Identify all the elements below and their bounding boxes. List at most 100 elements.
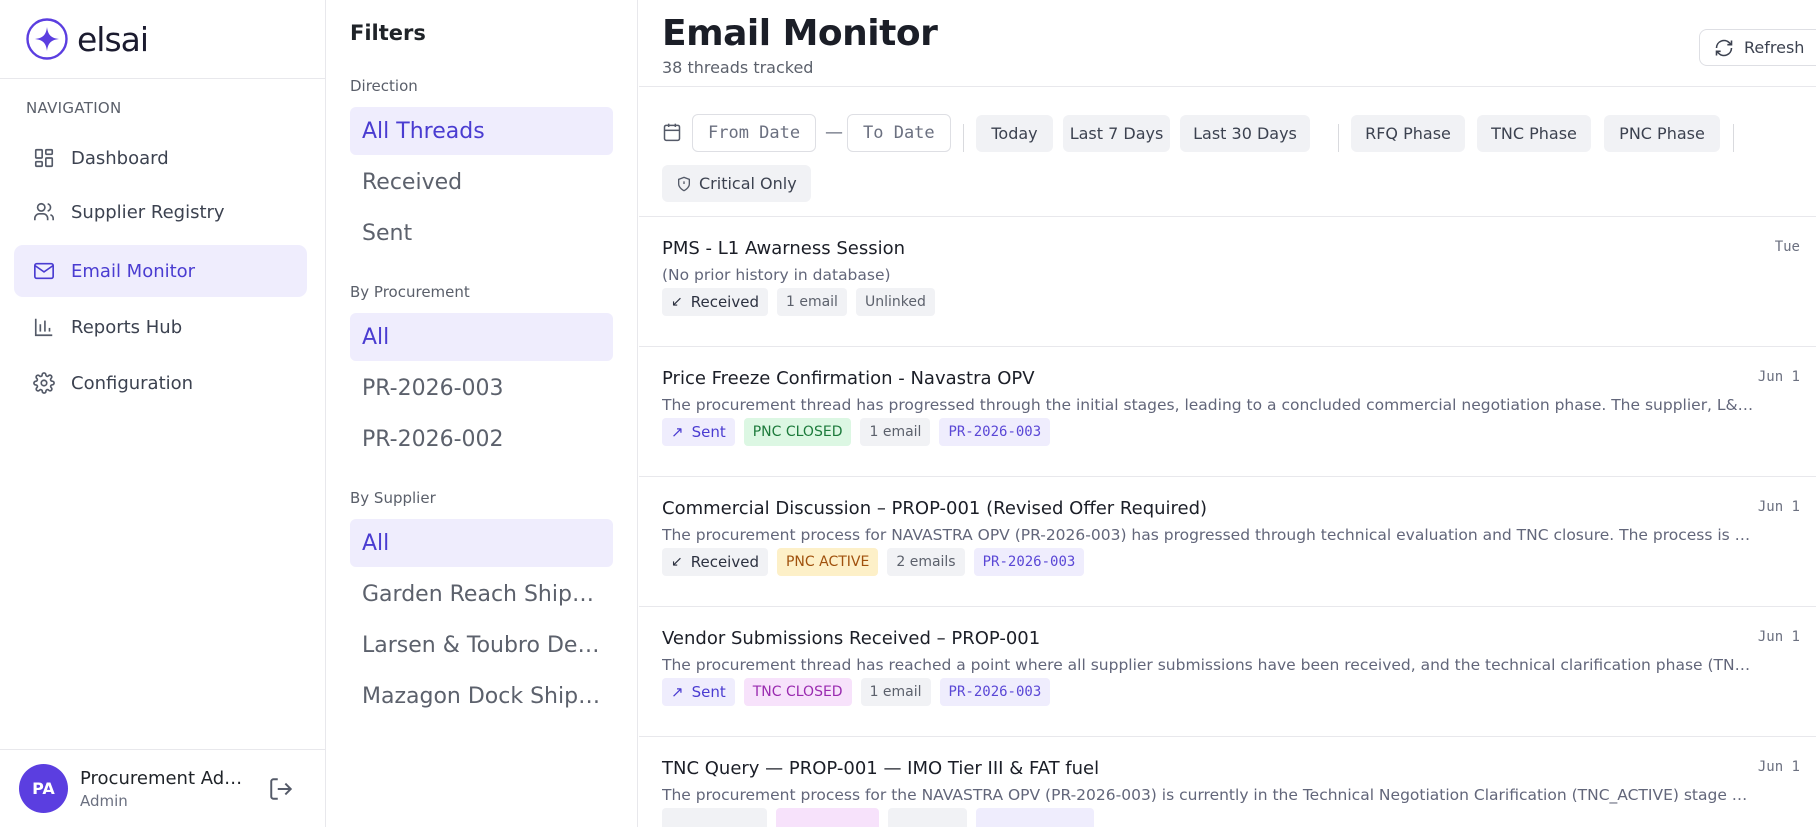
nav-item-reports-hub[interactable]: Reports Hub [14,301,307,353]
sidebar: elsai NAVIGATION Dashboard Supplier Regi… [0,0,326,827]
brand[interactable]: elsai [0,0,325,79]
today-chip[interactable]: Today [976,115,1053,152]
email-count-badge: 1 email [860,678,931,706]
last-30-days-chip[interactable]: Last 30 Days [1180,115,1310,152]
filters-panel: Filters Direction All Threads Received S… [327,0,638,827]
nav-item-label: Reports Hub [71,316,183,338]
user-name: Procurement Admin [80,767,245,789]
thread-date: Jun 1 [1757,629,1800,645]
pnc-phase-chip[interactable]: PNC Phase [1604,115,1720,152]
procurement-badge [976,808,1094,827]
mail-icon [32,259,56,283]
filters-title: Filters [350,21,426,45]
filter-supplier-all[interactable]: All [350,519,613,567]
thread-row[interactable]: Vendor Submissions Received – PROP-001 J… [639,607,1816,737]
filter-label: All [362,324,390,350]
thread-summary: The procurement process for the NAVASTRA… [662,786,1757,804]
nav-item-supplier-registry[interactable]: Supplier Registry [14,186,307,238]
status-badge: PNC ACTIVE [776,548,879,576]
thread-date: Jun 1 [1757,499,1800,515]
direction-label: Sent [691,683,726,701]
direction-badge: ↗ Sent [662,418,735,446]
filter-section-supplier: By Supplier [350,489,436,507]
filter-section-procurement: By Procurement [350,283,470,301]
thread-row[interactable]: TNC Query — PROP-001 — IMO Tier III & FA… [639,737,1816,827]
procurement-badge[interactable]: PR-2026-003 [939,418,1051,446]
divider [1338,124,1339,152]
thread-row[interactable]: PMS - L1 Awarness Session Tue (No prior … [639,217,1816,347]
thread-date: Jun 1 [1757,369,1800,385]
arrow-down-left-icon: ↙ [671,294,683,310]
filter-direction-sent[interactable]: Sent [350,209,613,257]
filter-section-direction: Direction [350,77,418,95]
to-date-input[interactable]: To Date [847,114,951,152]
filter-label: Garden Reach Shipbuilders [362,581,602,607]
thread-row[interactable]: Price Freeze Confirmation - Navastra OPV… [639,347,1816,477]
filter-label: Received [362,169,463,195]
direction-badge: ↙ Received [662,548,768,576]
email-count-badge: 1 email [776,288,847,316]
critical-only-chip[interactable]: Critical Only [662,165,811,202]
thread-date: Jun 1 [1757,759,1800,775]
rfq-phase-chip[interactable]: RFQ Phase [1351,115,1465,152]
thread-tags [662,808,1094,827]
direction-label: Received [690,553,759,571]
filter-direction-received[interactable]: Received [350,158,613,206]
status-badge: PNC CLOSED [743,418,852,446]
divider [1733,124,1734,152]
thread-tags: ↙ Received 1 email Unlinked [662,288,935,316]
bar-chart-icon [32,315,56,339]
critical-only-label: Critical Only [699,174,797,193]
from-date-input[interactable]: From Date [692,114,816,152]
nav-item-label: Email Monitor [71,260,196,282]
thread-summary: The procurement thread has reached a poi… [662,656,1757,674]
avatar[interactable]: PA [19,764,68,813]
filter-label: All Threads [362,118,485,144]
procurement-badge[interactable]: PR-2026-003 [939,678,1051,706]
thread-row[interactable]: Commercial Discussion – PROP-001 (Revise… [639,477,1816,607]
shield-icon [678,176,690,191]
page-title: Email Monitor [662,13,938,54]
date-range-separator: — [825,122,843,143]
direction-label: Sent [691,423,726,441]
arrow-up-right-icon: ↗ [671,683,684,701]
tnc-phase-chip[interactable]: TNC Phase [1477,115,1591,152]
nav-item-label: Dashboard [71,147,169,169]
filter-label: Sent [362,220,413,246]
nav-item-label: Configuration [71,372,194,394]
refresh-button[interactable]: Refresh [1699,29,1816,66]
thread-title: Commercial Discussion – PROP-001 (Revise… [662,498,1208,519]
email-count-badge: 2 emails [887,548,965,576]
brand-name: elsai [77,19,149,59]
thread-tags: ↙ Received PNC ACTIVE 2 emails PR-2026-00… [662,548,1085,576]
filter-procurement-all[interactable]: All [350,313,613,361]
nav-section-title: NAVIGATION [26,99,122,117]
nav-item-email-monitor[interactable]: Email Monitor [14,245,307,297]
filter-label: PR-2026-003 [362,375,504,401]
filter-supplier-larsen-toubro[interactable]: Larsen & Toubro Defence [350,621,613,669]
filter-label: PR-2026-002 [362,426,504,452]
last-7-days-chip[interactable]: Last 7 Days [1063,115,1170,152]
filter-direction-all[interactable]: All Threads [350,107,613,155]
procurement-badge[interactable]: PR-2026-003 [973,548,1085,576]
direction-badge: ↙ Received [662,288,768,316]
nav-item-dashboard[interactable]: Dashboard [14,132,307,184]
filter-supplier-garden-reach[interactable]: Garden Reach Shipbuilders [350,570,613,618]
arrow-up-right-icon: ↗ [671,423,684,441]
thread-title: Price Freeze Confirmation - Navastra OPV [662,368,1035,389]
filter-procurement-pr-2026-002[interactable]: PR-2026-002 [350,415,613,463]
logout-icon[interactable] [268,776,294,802]
dashboard-icon [32,146,56,170]
status-badge: TNC CLOSED [743,678,852,706]
filter-procurement-pr-2026-003[interactable]: PR-2026-003 [350,364,613,412]
filter-supplier-mazagon-dock[interactable]: Mazagon Dock Shipbuilders [350,672,613,720]
direction-badge [662,808,767,827]
direction-badge: ↗ Sent [662,678,735,706]
thread-summary: The procurement thread has progressed th… [662,396,1757,414]
filter-toolbar: From Date — To Date Today Last 7 Days La… [639,86,1816,217]
filter-label: All [362,530,390,556]
procurement-badge: Unlinked [855,288,935,316]
filter-label: Mazagon Dock Shipbuilders [362,683,602,709]
nav-item-configuration[interactable]: Configuration [14,357,307,409]
thread-summary: (No prior history in database) [662,266,891,284]
